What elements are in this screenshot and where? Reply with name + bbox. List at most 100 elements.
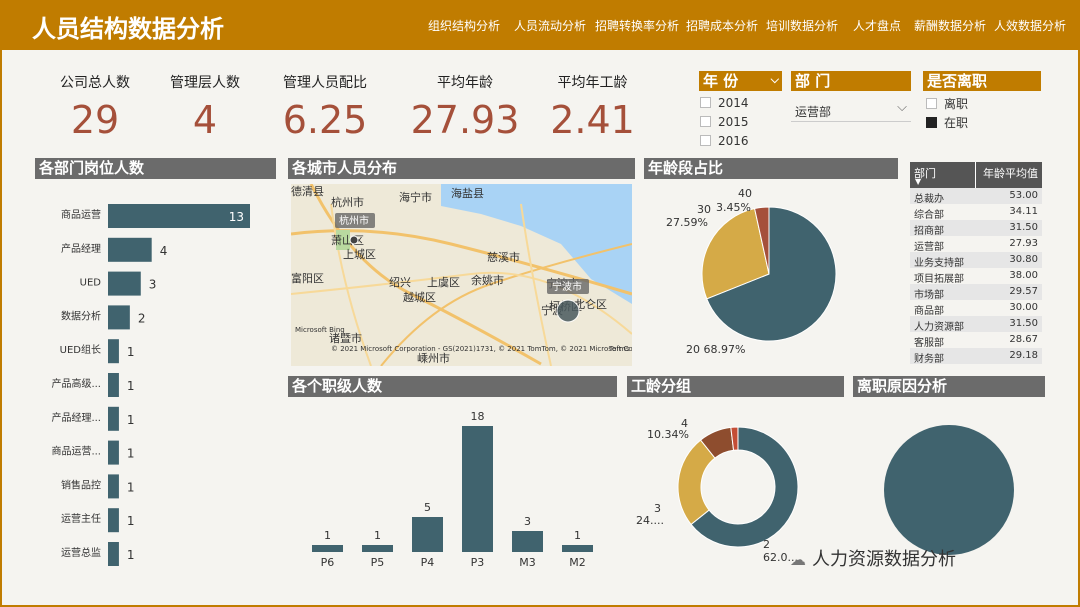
table-row[interactable]: 项目拓展部 38.00: [910, 268, 1042, 285]
map-bubble-ningbo[interactable]: [556, 299, 580, 323]
bar[interactable]: [108, 508, 119, 533]
nav-org[interactable]: 组织结构分析: [428, 17, 500, 34]
nav-training[interactable]: 培训数据分析: [766, 17, 838, 34]
bar-category-label: 运营总监: [61, 546, 101, 559]
dept-positions-chart: 商品运营 13 产品经理 4 UED 3 数据分析 2 UED组长 1 产品高级... 1 产品经理..…: [51, 204, 250, 566]
bar-value-label: 1: [127, 480, 135, 494]
bar[interactable]: [562, 545, 593, 552]
table-row[interactable]: 总裁办 53.00: [910, 188, 1042, 205]
bar[interactable]: [108, 339, 119, 364]
bar-value-label: 2: [138, 311, 146, 325]
sort-down-icon[interactable]: ▼: [915, 177, 921, 186]
bar-value-label: 3: [149, 278, 157, 292]
bar[interactable]: [108, 474, 119, 499]
bar-value-label: 18: [471, 410, 485, 423]
table-cell-avg-age: 34.11: [1009, 206, 1038, 217]
option-label: 离职: [944, 97, 969, 111]
bar-value-label: 5: [424, 501, 431, 514]
city-map[interactable]: 德清县海宁市海盐县杭州市上城区慈溪市萧山区绍兴上虞区余姚市宁波市柯桥区越城区宁波…: [291, 184, 632, 366]
bar-category-label: 商品运营: [61, 208, 101, 221]
map-bubble-hangzhou[interactable]: [349, 235, 359, 245]
pie-label: 20 68.97%: [686, 343, 745, 356]
dept-dropdown[interactable]: 运营部 ⌵: [791, 98, 911, 122]
bar[interactable]: [108, 373, 119, 397]
table-row[interactable]: 运营部 27.93: [910, 236, 1042, 253]
option-label: 在职: [944, 116, 969, 130]
table-cell-avg-age: 31.50: [1009, 222, 1038, 233]
resigned-option-active[interactable]: 在职: [926, 114, 968, 131]
resigned-option-left[interactable]: 离职: [926, 95, 968, 112]
table-row[interactable]: 业务支持部 30.80: [910, 252, 1042, 269]
bar[interactable]: [108, 406, 119, 431]
table-row[interactable]: 商品部 30.00: [910, 300, 1042, 317]
bar[interactable]: [312, 545, 343, 552]
nav-salary[interactable]: 薪酬数据分析: [914, 17, 986, 34]
column-divider: [975, 162, 976, 188]
table-cell-avg-age: 38.00: [1009, 270, 1038, 281]
bar-category-label: 产品经理...: [51, 411, 101, 424]
option-label: 2016: [718, 134, 749, 148]
table-row[interactable]: 人力资源部 31.50: [910, 316, 1042, 333]
panel-dept-positions-title: 各部门岗位人数: [35, 158, 276, 179]
table-row[interactable]: 综合部 34.11: [910, 204, 1042, 221]
pie-slice[interactable]: [884, 425, 1014, 555]
bar-value-label: 1: [127, 447, 135, 461]
panel-resign-reason-title: 离职原因分析: [853, 376, 1045, 397]
watermark: ☁ 人力资源数据分析: [790, 545, 956, 571]
table-cell-dept: 运营部: [914, 242, 944, 253]
nav-talent[interactable]: 人才盘点: [853, 17, 901, 34]
checkbox-checked-icon[interactable]: [926, 117, 937, 128]
bar-category-label: M2: [569, 556, 586, 569]
bar-value-label: 4: [160, 244, 168, 258]
kpi-value: 2.41: [550, 98, 635, 142]
checkbox-icon[interactable]: [700, 116, 711, 127]
table-cell-avg-age: 29.18: [1009, 350, 1038, 361]
wechat-icon: ☁: [790, 550, 806, 569]
age-table: 部门 ▼ 年龄平均值 总裁办 53.00 综合部 34.11 招商部 31.50 运营部 27…: [910, 162, 1042, 365]
year-option-2016[interactable]: 2016: [700, 134, 749, 148]
chevron-down-icon[interactable]: ⌵: [771, 70, 779, 90]
nav-recruit-cost[interactable]: 招聘成本分析: [686, 17, 758, 34]
bar[interactable]: [512, 531, 543, 552]
kpi-value: 4: [192, 98, 218, 142]
kpi-value: 29: [70, 98, 120, 142]
chevron-down-icon[interactable]: ⌵: [897, 100, 907, 115]
bar[interactable]: [108, 440, 119, 465]
year-slicer-header[interactable]: 年 份 ⌵: [699, 71, 782, 91]
map-terms-link[interactable]: Terms: [608, 345, 630, 353]
bar-category-label: 产品经理: [61, 242, 101, 255]
resigned-slicer-header: 是否离职: [923, 71, 1041, 91]
table-row[interactable]: 客服部 28.67: [910, 332, 1042, 349]
bar-category-label: P6: [321, 556, 335, 569]
checkbox-icon[interactable]: [700, 135, 711, 146]
nav-efficiency[interactable]: 人效数据分析: [994, 17, 1066, 34]
bar[interactable]: [108, 542, 119, 566]
map-place-label: 富阳区: [291, 271, 324, 285]
year-option-2014[interactable]: 2014: [700, 96, 749, 110]
nav-flow[interactable]: 人员流动分析: [514, 17, 586, 34]
nav-conversion[interactable]: 招聘转换率分析: [595, 17, 679, 34]
dept-slicer-header: 部 门: [791, 71, 911, 91]
bar[interactable]: [462, 426, 493, 552]
table-cell-avg-age: 30.00: [1009, 302, 1038, 313]
bar-value-label: 1: [127, 345, 135, 359]
bar[interactable]: [108, 237, 152, 262]
bar[interactable]: [362, 545, 393, 552]
bar[interactable]: [108, 271, 141, 296]
bar[interactable]: [412, 517, 443, 552]
bar-value-label: 3: [524, 515, 531, 528]
map-canvas[interactable]: 德清县海宁市海盐县杭州市上城区慈溪市萧山区绍兴上虞区余姚市宁波市柯桥区越城区宁波…: [291, 184, 632, 366]
panel-age-share-title: 年龄段占比: [644, 158, 898, 179]
bar-value-label: 1: [127, 379, 135, 393]
table-header-avg-age[interactable]: 年龄平均值: [983, 165, 1038, 181]
checkbox-icon[interactable]: [700, 97, 711, 108]
map-place-label: 德清县: [291, 184, 324, 198]
bar[interactable]: [108, 305, 130, 330]
map-place-label: 余姚市: [471, 273, 504, 287]
table-row[interactable]: 财务部 29.18: [910, 348, 1042, 365]
bar-value-label: 1: [574, 529, 581, 542]
checkbox-icon[interactable]: [926, 98, 937, 109]
table-row[interactable]: 市场部 29.57: [910, 284, 1042, 301]
year-option-2015[interactable]: 2015: [700, 115, 749, 129]
table-row[interactable]: 招商部 31.50: [910, 220, 1042, 237]
